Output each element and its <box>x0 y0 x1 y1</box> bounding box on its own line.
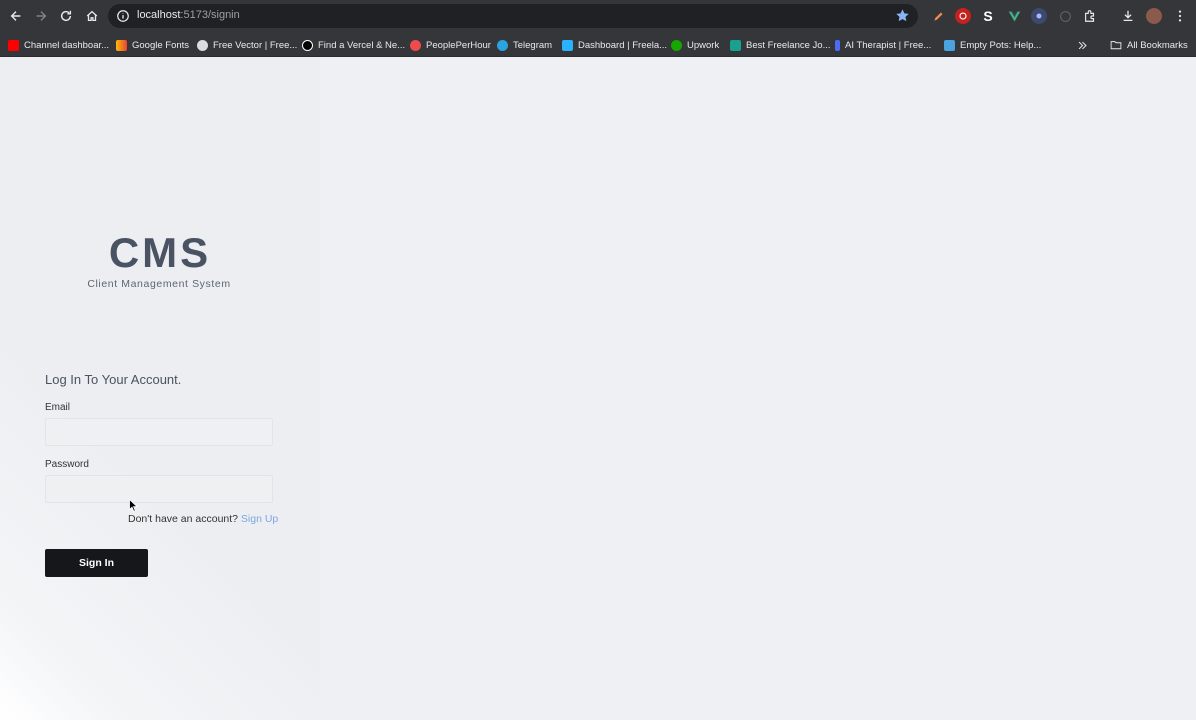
browser-toolbar: localhost:5173/signin S <box>0 0 1196 33</box>
site-info-icon[interactable] <box>116 9 130 23</box>
bookmark-vercel[interactable]: Find a Vercel & Ne... <box>302 38 405 52</box>
password-input[interactable] <box>45 475 273 503</box>
email-input[interactable] <box>45 418 273 446</box>
menu-dots-icon[interactable] <box>1172 8 1188 24</box>
ai-therapist-icon <box>835 39 840 51</box>
youtube-icon <box>8 39 19 51</box>
bookmark-upwork[interactable]: Upwork <box>671 38 719 52</box>
freelancer-icon <box>562 39 573 51</box>
signup-prompt-text: Don't have an account? <box>128 513 238 525</box>
bookmark-channel-dashboard[interactable]: Channel dashboar... <box>8 38 109 52</box>
mouse-cursor-icon <box>129 499 138 512</box>
bookmark-google-fonts[interactable]: Google Fonts <box>116 38 189 52</box>
red-extension-icon[interactable] <box>955 8 971 24</box>
signup-prompt: Don't have an account? Sign Up <box>128 513 278 525</box>
bookmark-peopleperhour[interactable]: PeoplePerHour <box>410 38 491 52</box>
address-bar[interactable]: localhost:5173/signin <box>108 4 918 28</box>
forward-icon[interactable] <box>31 6 51 26</box>
brand-logo: CMS <box>108 229 212 276</box>
google-fonts-icon <box>116 39 127 51</box>
form-title: Log In To Your Account. <box>45 372 182 387</box>
password-label: Password <box>45 459 89 470</box>
globe-icon <box>197 39 208 51</box>
empty-pots-icon <box>944 39 955 51</box>
bookmark-free-vector[interactable]: Free Vector | Free... <box>197 38 297 52</box>
bookmark-star-icon[interactable] <box>895 8 910 23</box>
s-extension-icon[interactable]: S <box>980 8 996 24</box>
grey-extension-icon[interactable] <box>1057 8 1073 24</box>
circle-extension-icon[interactable] <box>1031 8 1047 24</box>
puzzle-extensions-icon[interactable] <box>1082 8 1098 24</box>
folder-icon <box>1110 41 1122 50</box>
profile-avatar[interactable] <box>1146 8 1162 24</box>
more-bookmarks-chevron-icon[interactable] <box>1077 38 1088 52</box>
signup-link[interactable]: Sign Up <box>241 513 278 525</box>
telegram-icon <box>497 39 508 51</box>
bookmark-telegram[interactable]: Telegram <box>497 38 552 52</box>
freelance-jobs-icon <box>730 39 741 51</box>
vue-extension-icon[interactable] <box>1006 8 1022 24</box>
bookmarks-bar: Channel dashboar... Google Fonts Free Ve… <box>0 33 1196 57</box>
background-panel <box>320 57 1196 720</box>
home-icon[interactable] <box>82 6 102 26</box>
download-icon[interactable] <box>1120 8 1136 24</box>
bookmark-ai-therapist[interactable]: AI Therapist | Free... <box>835 38 931 52</box>
bookmark-best-freelance[interactable]: Best Freelance Jo... <box>730 38 830 52</box>
signin-button[interactable]: Sign In <box>45 549 148 577</box>
reload-icon[interactable] <box>56 6 76 26</box>
brand-tagline: Client Management System <box>87 278 231 290</box>
all-bookmarks-folder[interactable]: All Bookmarks <box>1110 38 1188 52</box>
signin-panel: CMS Client Management System Log In To Y… <box>0 57 320 720</box>
bookmark-empty-pots[interactable]: Empty Pots: Help... <box>944 38 1041 52</box>
signin-page: CMS Client Management System Log In To Y… <box>0 57 1196 720</box>
pen-extension-icon[interactable] <box>930 8 946 24</box>
back-icon[interactable] <box>6 6 26 26</box>
peopleperhour-icon <box>410 39 421 51</box>
url-text: localhost:5173/signin <box>137 9 240 21</box>
email-label: Email <box>45 402 71 413</box>
bookmark-dashboard-freela[interactable]: Dashboard | Freela... <box>562 38 667 52</box>
upwork-icon <box>671 39 682 51</box>
vercel-icon <box>302 39 313 51</box>
